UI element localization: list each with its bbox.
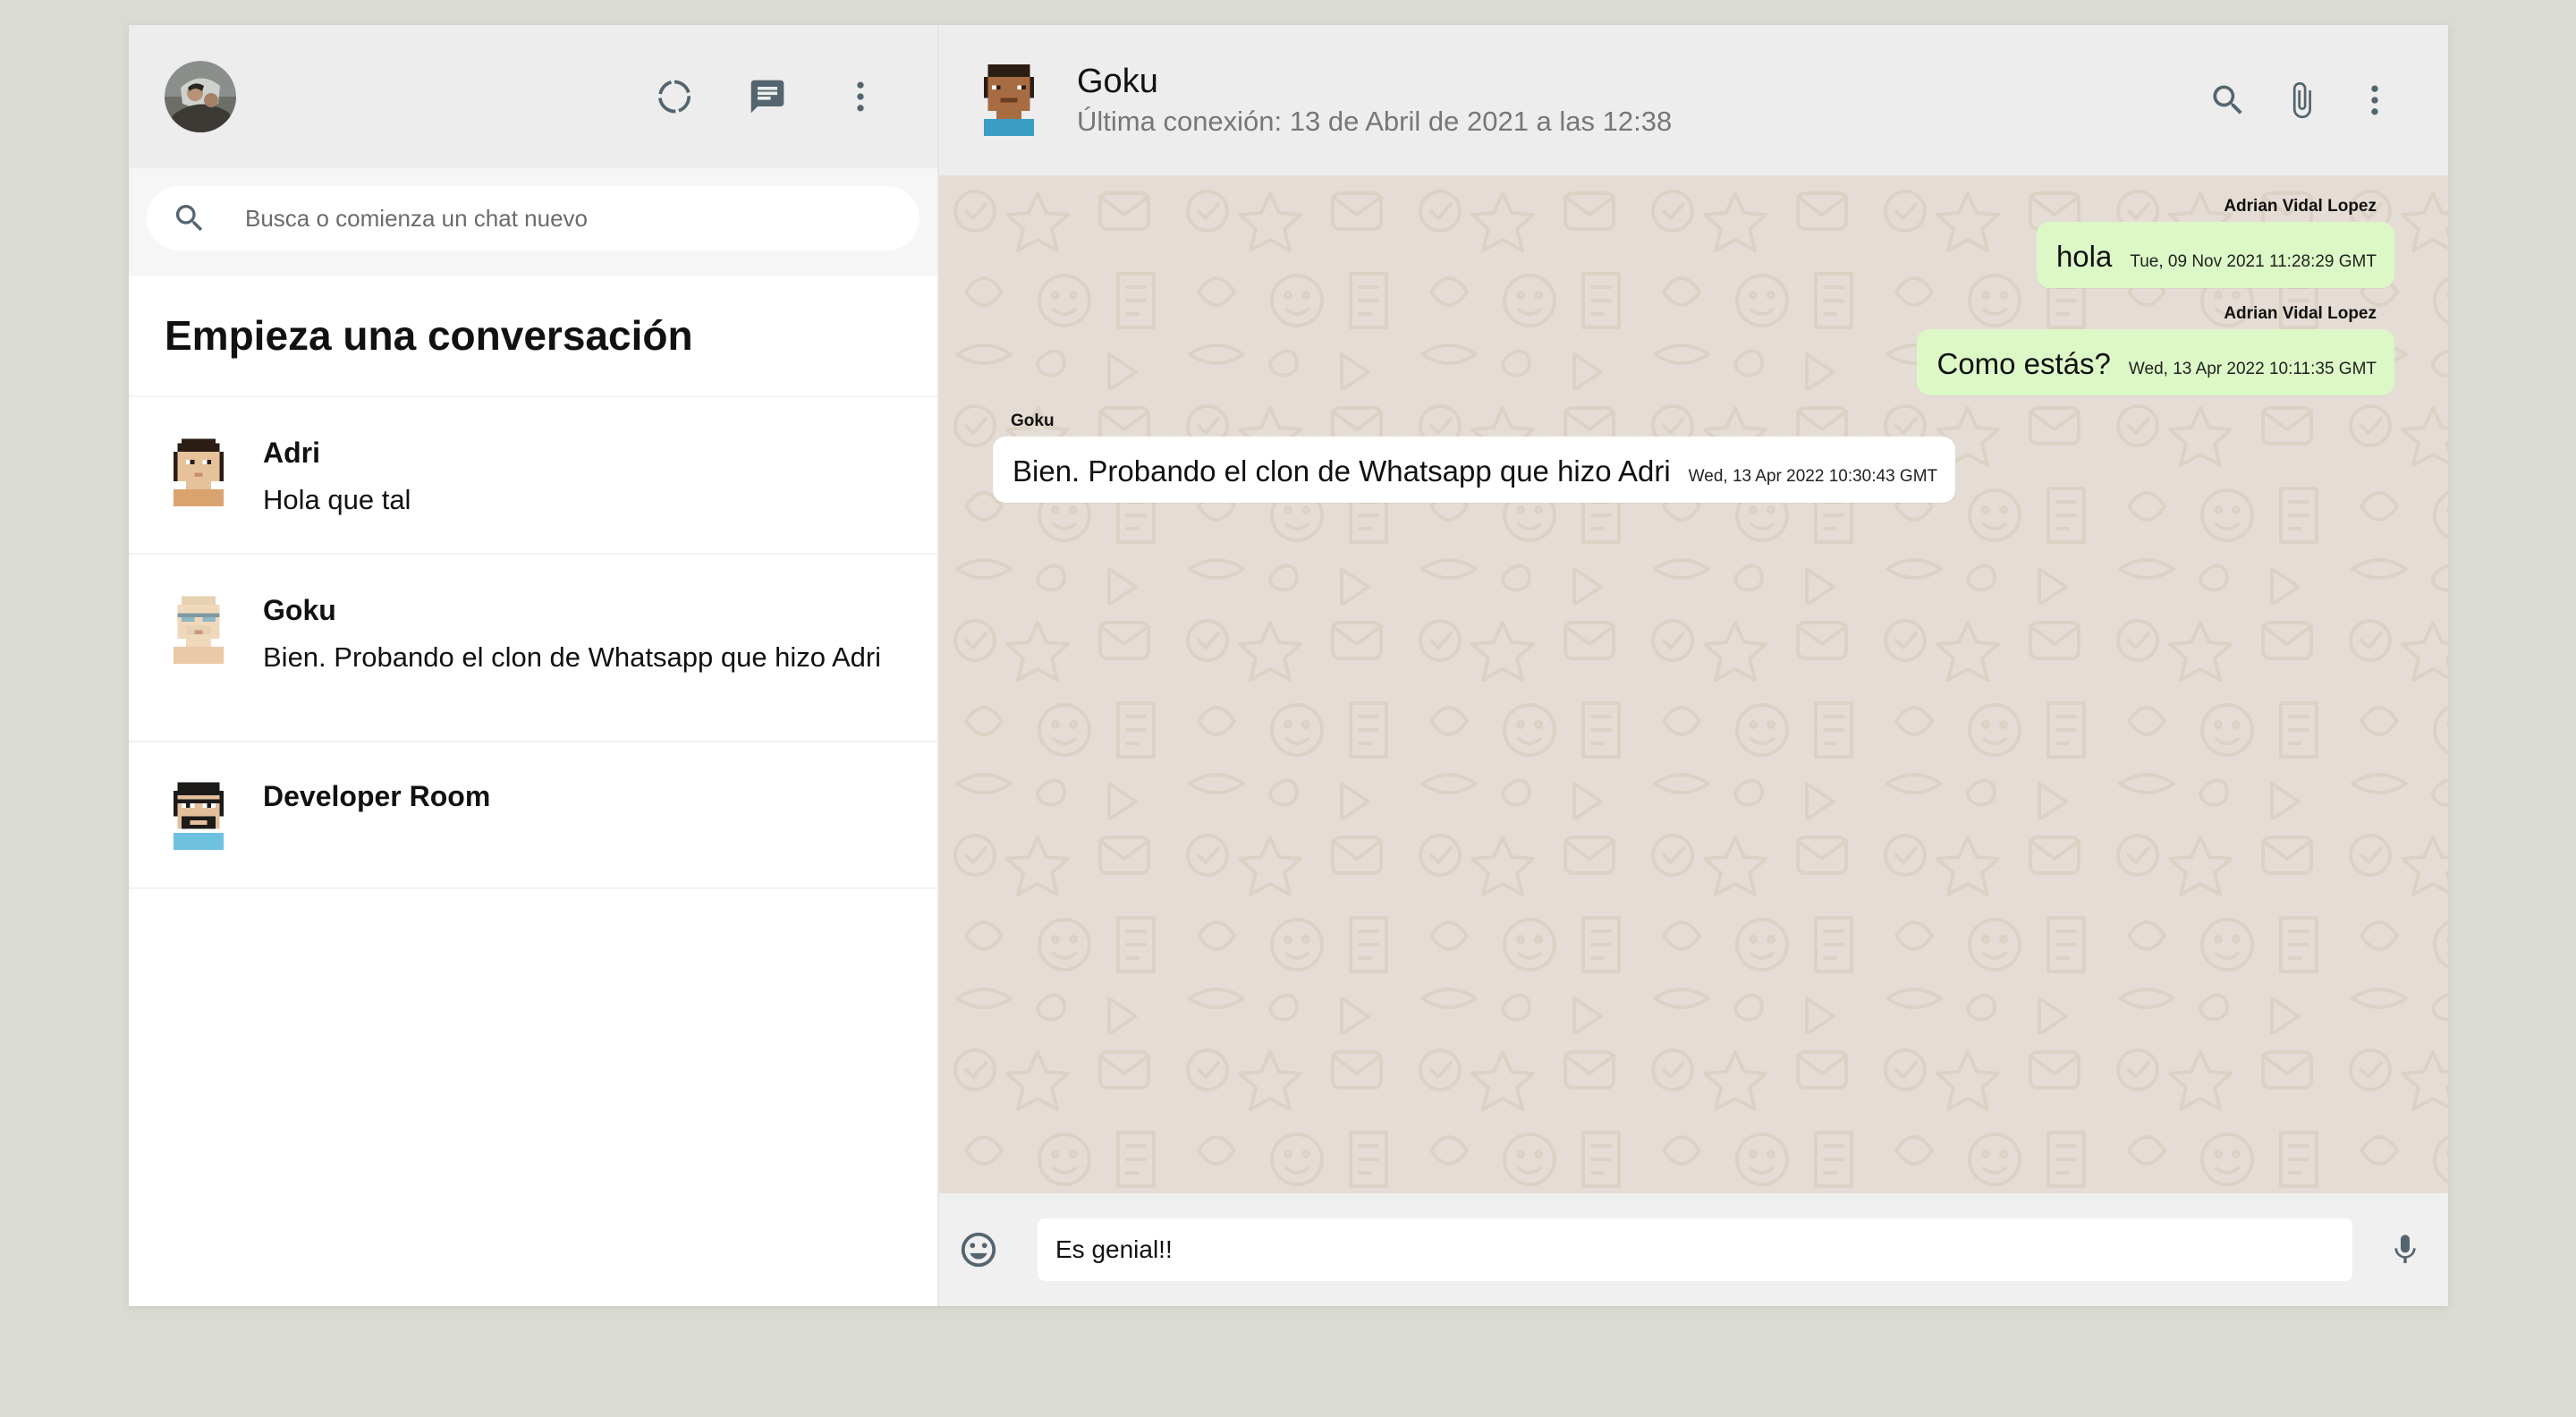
chat-panel: Goku Última conexión: 13 de Abril de 202… — [939, 25, 2448, 1306]
chat-list-item-adri[interactable]: Adri Hola que tal — [129, 397, 937, 555]
contact-name: Goku — [1077, 63, 1158, 100]
message-sender: Goku — [1011, 412, 1055, 430]
search-icon[interactable] — [2207, 79, 2250, 122]
sidebar-title: Empieza una conversación — [129, 276, 937, 397]
message-text: Como estás? — [1936, 347, 2111, 380]
message-input[interactable] — [1038, 1218, 2352, 1281]
sidebar-header — [129, 25, 937, 168]
chat-name: Adri — [263, 437, 320, 469]
menu-icon[interactable] — [2353, 79, 2396, 122]
chat-header: Goku Última conexión: 13 de Abril de 202… — [939, 25, 2448, 175]
search-box[interactable] — [147, 186, 919, 250]
avatar — [165, 435, 233, 506]
message-list[interactable]: Adrian Vidal Lopez hola Tue, 09 Nov 2021… — [939, 175, 2448, 1193]
message-outgoing: Adrian Vidal Lopez hola Tue, 09 Nov 2021… — [993, 197, 2394, 288]
chat-last-message: Hola que tal — [263, 484, 411, 515]
message-sender: Adrian Vidal Lopez — [2224, 304, 2377, 323]
contact-avatar[interactable] — [979, 64, 1039, 136]
emoji-icon[interactable] — [957, 1228, 1000, 1271]
new-chat-icon[interactable] — [746, 75, 789, 118]
chat-name: Developer Room — [263, 780, 491, 812]
status-icon[interactable] — [653, 75, 696, 118]
last-seen-status: Última conexión: 13 de Abril de 2021 a l… — [1077, 106, 1673, 137]
app-window: Empieza una conversación — [129, 25, 2448, 1306]
search-icon — [175, 205, 203, 232]
search-input[interactable] — [245, 204, 894, 233]
message-outgoing: Adrian Vidal Lopez Como estás? Wed, 13 A… — [993, 304, 2394, 395]
chat-name: Goku — [263, 594, 336, 626]
mic-icon[interactable] — [2384, 1228, 2427, 1271]
message-bubble[interactable]: Bien. Probando el clon de Whatsapp que h… — [993, 437, 1956, 503]
chat-list-item-developer-room[interactable]: Developer Room — [129, 742, 937, 889]
message-timestamp: Wed, 13 Apr 2022 10:30:43 GMT — [1688, 467, 1938, 486]
search-bar — [129, 168, 937, 276]
chat-list-item-goku[interactable]: Goku Bien. Probando el clon de Whatsapp … — [129, 555, 937, 742]
message-incoming: Goku Bien. Probando el clon de Whatsapp … — [993, 412, 2394, 503]
message-sender: Adrian Vidal Lopez — [2224, 197, 2377, 216]
message-composer — [939, 1193, 2448, 1306]
message-text: hola — [2055, 240, 2113, 273]
chat-last-message: Bien. Probando el clon de Whatsapp que h… — [263, 641, 882, 673]
message-bubble[interactable]: hola Tue, 09 Nov 2021 11:28:29 GMT — [2036, 222, 2394, 288]
message-bubble[interactable]: Como estás? Wed, 13 Apr 2022 10:11:35 GM… — [1917, 329, 2394, 395]
avatar — [165, 778, 233, 850]
avatar — [165, 592, 233, 664]
user-avatar[interactable] — [165, 61, 236, 132]
attach-icon[interactable] — [2280, 79, 2323, 122]
sidebar: Empieza una conversación — [129, 25, 939, 1306]
message-timestamp: Wed, 13 Apr 2022 10:11:35 GMT — [2128, 360, 2377, 378]
menu-icon[interactable] — [839, 75, 882, 118]
message-timestamp: Tue, 09 Nov 2021 11:28:29 GMT — [2130, 252, 2377, 271]
message-text: Bien. Probando el clon de Whatsapp que h… — [1013, 454, 1671, 488]
